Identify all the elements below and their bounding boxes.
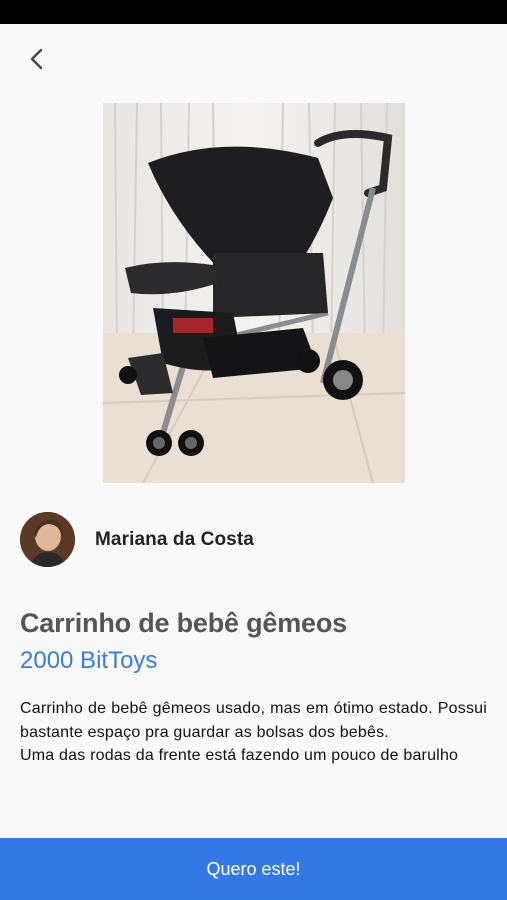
product-price: 2000 BitToys	[20, 647, 158, 674]
want-this-button-label: Quero este!	[206, 858, 301, 879]
seller-avatar	[20, 512, 75, 567]
chevron-left-icon	[30, 48, 43, 70]
product-title: Carrinho de bebê gêmeos	[20, 608, 347, 638]
product-description: Carrinho de bebê gêmeos usado, mas em ót…	[20, 697, 487, 768]
back-button[interactable]	[22, 44, 52, 74]
description-paragraph: Carrinho de bebê gêmeos usado, mas em ót…	[20, 700, 487, 741]
status-bar	[0, 0, 507, 24]
want-this-button[interactable]: Quero este!	[0, 838, 507, 900]
product-image	[103, 103, 405, 483]
seller-info[interactable]: Mariana da Costa	[20, 512, 254, 567]
seller-name: Mariana da Costa	[95, 528, 254, 550]
description-paragraph: Uma das rodas da frente está fazendo um …	[20, 747, 459, 764]
